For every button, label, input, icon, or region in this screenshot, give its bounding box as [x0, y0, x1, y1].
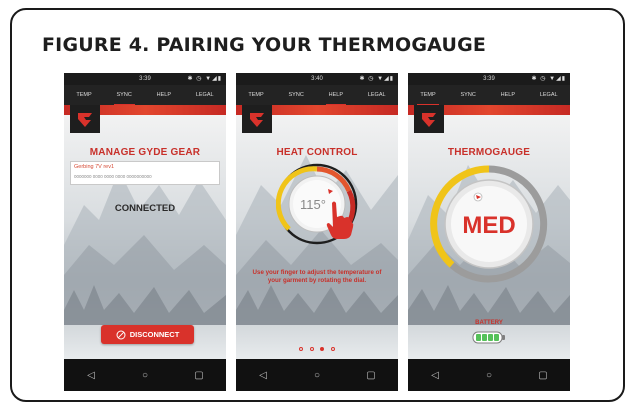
- home-icon[interactable]: ○: [479, 370, 499, 381]
- disconnect-label: DISCONNECT: [129, 330, 180, 339]
- gyde-logo-icon: [78, 113, 92, 127]
- pointing-hand-icon: [326, 201, 354, 239]
- screen-title: MANAGE GYDE GEAR: [89, 147, 201, 158]
- tab-sync[interactable]: SYNC: [113, 90, 136, 106]
- status-icons: ✱ ◷ ▼◢▮: [187, 76, 222, 82]
- gyde-logo: [414, 105, 444, 133]
- tab-bar: TEMP SYNC HELP LEGAL: [236, 85, 398, 106]
- tab-temp[interactable]: TEMP: [248, 90, 263, 100]
- device-id: 0000000 0000 0000 0000 0000000000: [74, 174, 152, 179]
- tab-help[interactable]: HELP: [501, 90, 515, 100]
- status-bar: 3:39 ✱ ◷ ▼◢▮: [64, 73, 226, 85]
- heat-help-text: Use your finger to adjust the temperatur…: [252, 269, 382, 284]
- page-indicator: [236, 338, 398, 356]
- status-time: 3:40: [311, 76, 323, 82]
- page-dot[interactable]: [299, 347, 304, 351]
- recent-apps-icon[interactable]: ▢: [361, 370, 381, 381]
- page-dot[interactable]: [309, 347, 314, 351]
- tab-sync[interactable]: SYNC: [289, 90, 304, 100]
- battery-icon: [472, 331, 505, 344]
- tab-legal[interactable]: LEGAL: [196, 90, 214, 100]
- screen-title: HEAT CONTROL: [276, 147, 358, 158]
- battery-label: BATTERY: [475, 320, 503, 326]
- android-nav-bar: ◁ ○ ▢: [64, 359, 226, 391]
- home-icon[interactable]: ○: [307, 370, 327, 381]
- disconnect-icon: [116, 330, 126, 339]
- heat-dial[interactable]: 115°: [275, 163, 358, 245]
- connection-status: CONNECTED: [114, 203, 176, 214]
- recent-apps-icon[interactable]: ▢: [533, 370, 553, 381]
- android-nav-bar: ◁ ○ ▢: [236, 359, 398, 391]
- phone-screen-heat-control: 3:40 ✱ ◷ ▼◢▮ TEMP SYNC HELP LEGAL HEAT C…: [236, 73, 398, 391]
- tab-temp[interactable]: TEMP: [417, 90, 440, 106]
- phone-screen-thermogauge: 3:39 ✱ ◷ ▼◢▮ TEMP SYNC HELP LEGAL THERMO…: [408, 73, 570, 391]
- status-time: 3:39: [483, 76, 495, 82]
- tab-help[interactable]: HELP: [325, 90, 347, 106]
- figure-title: FIGURE 4. PAIRING YOUR THERMOGAUGE: [42, 34, 487, 56]
- back-icon[interactable]: ◁: [253, 370, 273, 381]
- dial-value: 115°: [300, 197, 326, 212]
- tab-sync[interactable]: SYNC: [461, 90, 476, 100]
- gyde-logo-icon: [422, 113, 436, 127]
- paired-device-item[interactable]: Gerbing 7V rev1 0000000 0000 0000 0000 0…: [70, 161, 220, 185]
- thermogauge-dial[interactable]: MED: [426, 161, 552, 287]
- thermogauge-graphic: MED: [430, 165, 548, 283]
- sync-screen: MANAGE GYDE GEAR Gerbing 7V rev1 0000000…: [64, 105, 226, 359]
- thermogauge-screen: THERMOGAUGE MED BATTERY: [408, 105, 570, 359]
- device-name: Gerbing 7V rev1: [74, 164, 115, 170]
- disconnect-button[interactable]: DISCONNECT: [101, 325, 194, 344]
- gyde-logo: [70, 105, 100, 133]
- gyde-logo-icon: [250, 113, 264, 127]
- android-nav-bar: ◁ ○ ▢: [408, 359, 570, 391]
- status-icons: ✱ ◷ ▼◢▮: [359, 76, 394, 82]
- tab-temp[interactable]: TEMP: [76, 90, 91, 100]
- back-icon[interactable]: ◁: [81, 370, 101, 381]
- recent-apps-icon[interactable]: ▢: [189, 370, 209, 381]
- home-icon[interactable]: ○: [135, 370, 155, 381]
- tab-legal[interactable]: LEGAL: [540, 90, 558, 100]
- status-icons: ✱ ◷ ▼◢▮: [531, 76, 566, 82]
- phone-screen-sync: 3:39 ✱ ◷ ▼◢▮ TEMP SYNC HELP LEGAL MANAGE…: [64, 73, 226, 391]
- heat-control-screen: HEAT CONTROL 115° Use your finger to adj…: [236, 105, 398, 359]
- tab-legal[interactable]: LEGAL: [368, 90, 386, 100]
- tab-help[interactable]: HELP: [157, 90, 171, 100]
- status-bar: 3:40 ✱ ◷ ▼◢▮: [236, 73, 398, 85]
- gyde-logo: [242, 105, 272, 133]
- tab-bar: TEMP SYNC HELP LEGAL: [408, 85, 570, 106]
- gauge-level: MED: [462, 212, 515, 239]
- screen-title: THERMOGAUGE: [447, 147, 531, 158]
- page-dot-active[interactable]: [320, 347, 325, 351]
- tab-bar: TEMP SYNC HELP LEGAL: [64, 85, 226, 106]
- status-time: 3:39: [139, 76, 151, 82]
- status-bar: 3:39 ✱ ◷ ▼◢▮: [408, 73, 570, 85]
- back-icon[interactable]: ◁: [425, 370, 445, 381]
- page-dot[interactable]: [330, 347, 335, 351]
